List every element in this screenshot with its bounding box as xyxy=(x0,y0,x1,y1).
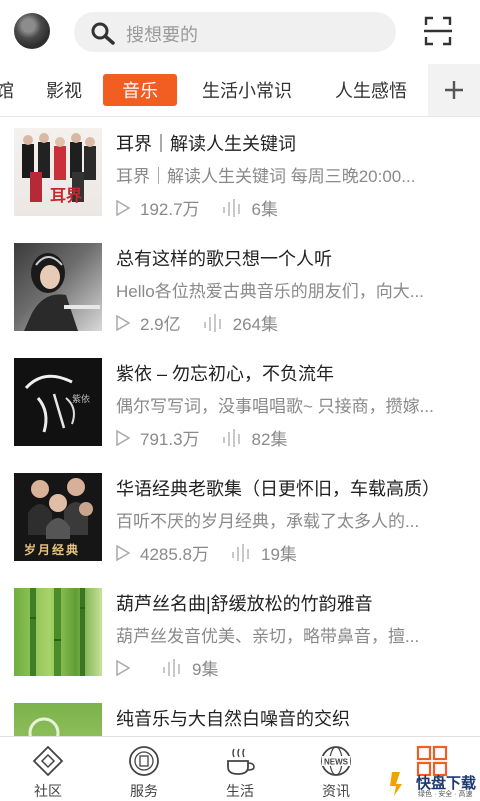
album-cover-text: 耳界 xyxy=(50,188,83,205)
nav-label: 资讯 xyxy=(322,783,350,799)
item-title: 纯音乐与大自然白噪音的交织 xyxy=(116,709,350,729)
item-meta: 2.9亿 264集 xyxy=(116,310,279,334)
nav-label: 社区 xyxy=(34,783,62,799)
top-bar: 搜想要的 xyxy=(0,0,480,64)
item-desc: Hello各位热爱古典音乐的朋友们，向大... xyxy=(116,282,424,301)
album-cover: 耳界 xyxy=(14,128,102,216)
episode-count: 9集 xyxy=(192,660,219,679)
play-count: 2.9亿 xyxy=(140,315,181,334)
list-item[interactable]: 岁月经典 华语经典老歌集（日更怀旧，车载高质） 百听不厌的岁月经典，承载了太多人… xyxy=(0,461,480,576)
item-title: 葫芦丝名曲|舒缓放松的竹韵雅音 xyxy=(116,594,373,614)
album-cover xyxy=(14,588,102,676)
list-item[interactable]: 耳界 耳界｜解读人生关键词 耳界｜解读人生关键词 每周三晚20:00... 19… xyxy=(0,116,480,231)
tab-music[interactable]: 音乐 xyxy=(103,74,177,106)
nav-community[interactable]: 社区 xyxy=(0,737,96,801)
nav-service[interactable]: 服务 xyxy=(96,737,192,801)
scan-icon[interactable] xyxy=(424,16,452,46)
play-icon xyxy=(116,429,130,446)
list-item[interactable]: 纯音乐与大自然白噪音的交织 xyxy=(0,691,480,736)
item-desc: 百听不厌的岁月经典，承载了太多人的... xyxy=(116,512,420,531)
watermark-subtext: 绿色 · 安全 · 高速 xyxy=(418,791,473,798)
nav-label: 服务 xyxy=(130,783,158,799)
album-cover xyxy=(14,243,102,331)
community-icon xyxy=(32,745,64,777)
play-icon xyxy=(116,544,130,561)
episodes-icon xyxy=(222,198,240,217)
episode-count: 264集 xyxy=(232,315,279,334)
list-item[interactable]: 紫依 紫依 – 勿忘初心，不负流年 偶尔写写词，没事唱唱歌~ 只接商，攒嫁...… xyxy=(0,346,480,461)
nav-label: 生活 xyxy=(226,783,254,799)
search-placeholder: 搜想要的 xyxy=(126,25,198,45)
tab-life-tips[interactable]: 生活小常识 xyxy=(202,77,292,103)
album-cover-text: 紫依 xyxy=(72,394,91,404)
user-avatar[interactable] xyxy=(14,13,50,49)
item-title: 华语经典老歌集（日更怀旧，车载高质） xyxy=(116,479,440,499)
play-icon xyxy=(116,659,130,676)
tab-partial[interactable]: 馆 xyxy=(0,77,14,103)
svg-text:NEWS: NEWS xyxy=(324,758,349,767)
watermark-icon xyxy=(390,772,402,796)
episodes-icon xyxy=(163,658,180,677)
play-count: 4285.8万 xyxy=(140,545,209,564)
list-item[interactable]: 总有这样的歌只想一个人听 Hello各位热爱古典音乐的朋友们，向大... 2.9… xyxy=(0,231,480,346)
item-title: 紫依 – 勿忘初心，不负流年 xyxy=(116,364,335,384)
news-globe-icon: NEWS xyxy=(321,746,351,776)
album-cover-text: 岁月经典 xyxy=(24,543,81,557)
album-cover: 紫依 xyxy=(14,358,102,446)
episode-count: 6集 xyxy=(251,200,279,219)
category-tabs: 馆 影视 音乐 生活小常识 人生感悟 xyxy=(0,64,480,117)
item-title: 总有这样的歌只想一个人听 xyxy=(116,249,332,269)
service-icon xyxy=(129,746,159,776)
tab-film[interactable]: 影视 xyxy=(46,77,82,103)
search-bar[interactable]: 搜想要的 xyxy=(74,12,396,52)
item-meta: 192.7万 6集 xyxy=(116,195,279,219)
add-tab-button[interactable] xyxy=(428,64,480,116)
play-icon xyxy=(116,199,130,216)
search-icon xyxy=(91,22,115,45)
watermark-logo: 快盘下载 绿色 · 安全 · 高速 xyxy=(388,768,480,798)
item-desc: 耳界｜解读人生关键词 每周三晚20:00... xyxy=(116,167,416,186)
episodes-icon xyxy=(232,543,249,562)
nav-life[interactable]: 生活 xyxy=(192,737,288,801)
episode-count: 82集 xyxy=(251,430,288,449)
play-icon xyxy=(116,314,130,331)
item-desc: 偶尔写写词，没事唱唱歌~ 只接商，攒嫁... xyxy=(116,397,434,416)
episodes-icon xyxy=(203,313,221,332)
episode-count: 19集 xyxy=(261,545,297,564)
item-meta: 4285.8万 19集 xyxy=(116,540,297,564)
tab-life-insights[interactable]: 人生感悟 xyxy=(335,77,407,103)
album-cover: 岁月经典 xyxy=(14,473,102,561)
play-count: 192.7万 xyxy=(140,200,200,219)
item-desc: 葫芦丝发音优美、亲切，略带鼻音，擅... xyxy=(116,627,420,646)
nav-news[interactable]: NEWS 资讯 xyxy=(288,737,384,801)
item-title: 耳界｜解读人生关键词 xyxy=(116,134,296,154)
album-cover xyxy=(14,703,102,736)
coffee-icon xyxy=(227,748,255,775)
episodes-icon xyxy=(222,428,240,447)
item-meta: 9集 xyxy=(116,655,219,679)
plus-icon xyxy=(445,81,463,99)
play-count: 791.3万 xyxy=(140,430,200,449)
list-item[interactable]: 葫芦丝名曲|舒缓放松的竹韵雅音 葫芦丝发音优美、亲切，略带鼻音，擅... 9集 xyxy=(0,576,480,691)
item-meta: 791.3万 82集 xyxy=(116,425,288,449)
